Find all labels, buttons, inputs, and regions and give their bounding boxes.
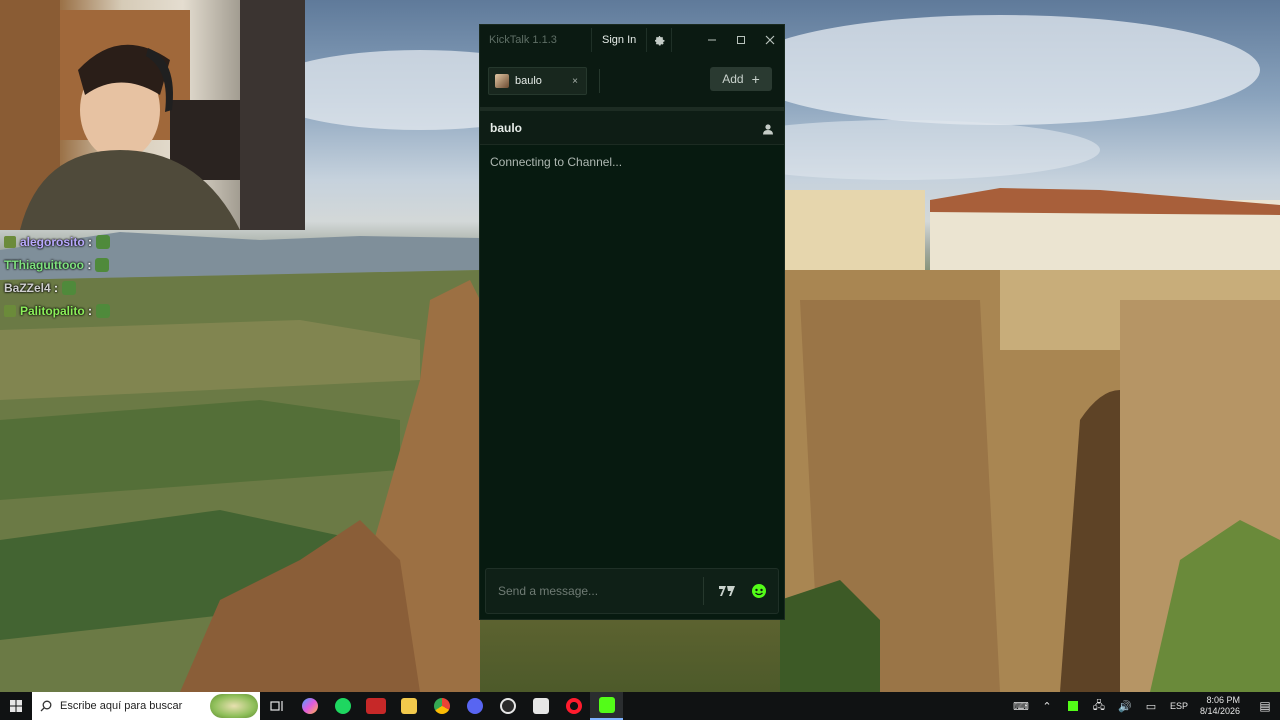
webcam-overlay: [0, 0, 305, 230]
search-placeholder: Escribe aquí para buscar: [60, 700, 183, 712]
close-window-button[interactable]: [755, 25, 784, 55]
video-app-icon[interactable]: [359, 692, 392, 720]
clock-time: 8:06 PM: [1206, 695, 1240, 705]
clock-date: 8/14/2026: [1199, 706, 1240, 716]
kicktalk-window: KickTalk 1.1.3 Sign In baulo × Add + bau…: [479, 24, 785, 620]
kick-tray-icon[interactable]: [1065, 698, 1081, 714]
overlay-chat-colon: :: [54, 280, 59, 295]
overlay-chat-line: alegorosito :: [0, 230, 120, 253]
emote-icon: [96, 234, 111, 249]
overlay-chat-line: Palitopalito :: [0, 299, 120, 322]
obs-icon[interactable]: [491, 692, 524, 720]
roblox-icon[interactable]: [524, 692, 557, 720]
channel-avatar: [495, 74, 509, 88]
overlay-chat-colon: :: [87, 257, 92, 272]
channel-tabs-bar: baulo × Add +: [480, 55, 784, 107]
overlay-chat-colon: :: [88, 234, 93, 249]
message-input[interactable]: [486, 569, 703, 613]
task-view-icon[interactable]: [260, 692, 293, 720]
streamer-webcam-image: [0, 0, 305, 230]
file-explorer-icon[interactable]: [392, 692, 425, 720]
chrome-icon[interactable]: [425, 692, 458, 720]
kick-emote-icon[interactable]: [746, 578, 772, 604]
sign-in-button[interactable]: Sign In: [591, 28, 646, 52]
kicktalk-taskbar-icon[interactable]: [590, 692, 623, 720]
overlay-chat-line: TThiaguittooo :: [0, 253, 120, 276]
chat-badge-icon: [4, 304, 16, 317]
taskbar: Escribe aquí para buscar ⌨ ⌃ 🖧 🔊 ▭ ESP 8…: [0, 692, 1280, 720]
system-tray: ⌨ ⌃ 🖧 🔊 ▭ ESP 8:06 PM 8/14/2026 ▤: [1008, 692, 1280, 720]
emote-icon: [62, 280, 77, 295]
channel-tab-label: baulo: [515, 75, 542, 87]
emote-icon: [96, 303, 111, 318]
tabs-divider: [599, 69, 600, 93]
overlay-chat-colon: :: [88, 303, 93, 318]
maximize-button[interactable]: [726, 25, 755, 55]
keyboard-icon[interactable]: ⌨: [1013, 698, 1029, 714]
add-channel-button[interactable]: Add +: [710, 67, 772, 91]
spotify-icon[interactable]: [326, 692, 359, 720]
emote-icon: [95, 257, 110, 272]
add-button-label: Add: [722, 72, 744, 86]
overlay-chat-user: alegorosito: [20, 234, 85, 249]
minimize-button[interactable]: [697, 25, 726, 55]
channel-name: baulo: [490, 120, 522, 135]
gear-icon[interactable]: [646, 28, 673, 52]
user-icon[interactable]: [762, 122, 774, 134]
app-title: KickTalk 1.1.3: [489, 34, 557, 46]
discord-icon[interactable]: [458, 692, 491, 720]
overlay-chat-user: BaZZel4: [4, 280, 51, 295]
7tv-emote-icon[interactable]: [714, 578, 740, 604]
title-bar[interactable]: KickTalk 1.1.3 Sign In: [480, 25, 784, 55]
channel-header: baulo: [480, 111, 784, 145]
notification-icon[interactable]: ▤: [1250, 692, 1280, 720]
search-icon: [40, 700, 52, 712]
channel-tab-baulo[interactable]: baulo ×: [488, 67, 587, 95]
stream-chat-overlay: alegorosito : TThiaguittooo : BaZZel4 : …: [0, 230, 120, 322]
copilot-icon[interactable]: [293, 692, 326, 720]
overlay-chat-user: TThiaguittooo: [4, 257, 84, 272]
volume-icon[interactable]: 🔊: [1117, 698, 1133, 714]
chat-badge-icon: [4, 235, 16, 248]
plus-icon: +: [751, 71, 760, 87]
system-clock[interactable]: 8:06 PM 8/14/2026: [1200, 695, 1240, 717]
message-composer: [485, 568, 779, 614]
network-icon[interactable]: 🖧: [1091, 698, 1107, 714]
overlay-chat-user: Palitopalito: [20, 303, 85, 318]
windows-start-icon[interactable]: [0, 692, 32, 720]
search-highlight-image: [210, 694, 258, 718]
opera-icon[interactable]: [557, 692, 590, 720]
taskbar-search[interactable]: Escribe aquí para buscar: [32, 692, 260, 720]
chevron-up-icon[interactable]: ⌃: [1039, 698, 1055, 714]
close-tab-icon[interactable]: ×: [568, 74, 582, 88]
input-language[interactable]: ESP: [1170, 701, 1188, 711]
composer-divider: [703, 577, 704, 605]
monitor-icon[interactable]: ▭: [1143, 698, 1159, 714]
overlay-chat-line: BaZZel4 :: [0, 276, 120, 299]
connection-status: Connecting to Channel...: [490, 155, 623, 169]
